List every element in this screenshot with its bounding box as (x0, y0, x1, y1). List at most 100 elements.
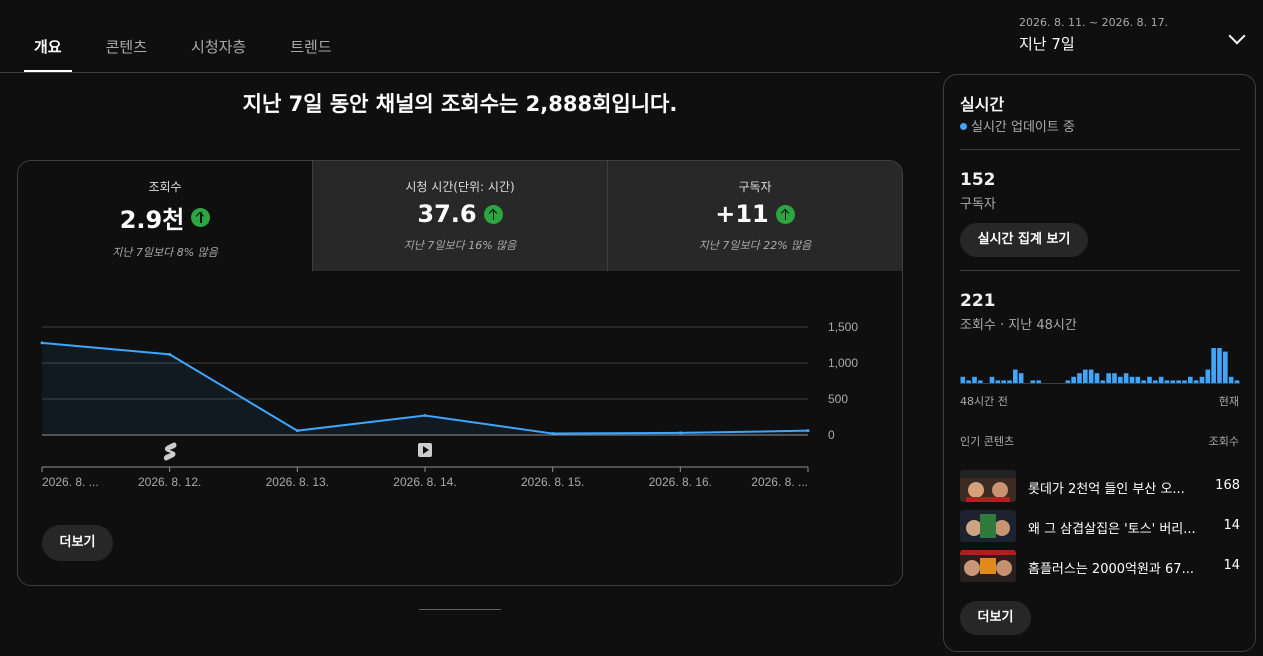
arrow-up-icon (483, 204, 503, 224)
series-area (42, 342, 808, 435)
hourly-bar (1106, 373, 1111, 384)
realtime-more-button[interactable]: 더보기 (960, 601, 1031, 635)
metric-value: 2.9천 (119, 206, 185, 234)
hourly-bar (1077, 373, 1082, 384)
y-tick-label: 500 (828, 392, 848, 406)
tab-divider (0, 72, 940, 73)
metric-subscribers[interactable]: 구독자 +11 지난 7일보다 22% 많음 (607, 161, 902, 271)
metric-comparison: 지난 7일보다 22% 많음 (698, 239, 812, 252)
arrow-up-icon (191, 208, 211, 227)
hourly-bar (1094, 373, 1100, 384)
video-title: 롯데가 2천억 들인 부산 오... (1028, 482, 1185, 497)
hourly-bar (1223, 351, 1228, 384)
metric-comparison: 지난 7일보다 16% 많음 (403, 239, 517, 252)
hourly-bar (1217, 348, 1222, 384)
view-count-label: 조회수 · 지난 48시간 (960, 318, 1077, 333)
y-tick-label: 1,500 (828, 320, 858, 334)
date-range-text: 2026. 8. 11. ~ 2026. 8. 17. (1019, 16, 1169, 29)
hourly-bar (1018, 373, 1024, 384)
x-tick-label: 2026. 8. 15. (521, 475, 584, 489)
hourly-bar (1199, 376, 1205, 384)
divider (960, 270, 1240, 271)
data-point (295, 429, 299, 433)
data-point (40, 341, 44, 345)
y-tick-label: 1,000 (828, 356, 858, 370)
tab-content[interactable]: 콘텐츠 (96, 0, 157, 72)
shorts-icon (163, 442, 177, 461)
bars-start-label: 48시간 전 (960, 395, 1008, 408)
data-point (168, 352, 172, 356)
video-thumbnail (960, 510, 1016, 542)
video-thumbnail (960, 550, 1016, 582)
hourly-bar (972, 376, 977, 384)
data-point (551, 432, 555, 436)
more-button[interactable]: 더보기 (42, 525, 113, 561)
divider (960, 149, 1240, 150)
view-count: 221 (960, 291, 996, 311)
page-headline: 지난 7일 동안 채널의 조회수는 2,888회입니다. (242, 92, 678, 116)
date-range-label: 지난 7일 (1019, 35, 1075, 53)
hourly-bar (1112, 373, 1117, 384)
x-tick-label: 2026. 8. 13. (266, 475, 329, 489)
y-tick-label: 0 (828, 428, 835, 442)
metric-value: +11 (715, 200, 769, 228)
subscriber-label: 구독자 (960, 197, 996, 212)
metric-title: 구독자 (738, 180, 772, 194)
hourly-bar (1123, 373, 1129, 384)
metric-title: 시청 시간(단위: 시간) (405, 180, 515, 194)
hourly-bar (1135, 376, 1141, 384)
top-content-item[interactable]: 왜 그 삼겹살집은 '토스' 버리... 14 (960, 510, 1240, 542)
video-views: 14 (1223, 518, 1240, 533)
hourly-bar (1129, 376, 1135, 384)
x-tick-label: 2026. 8. 16. (649, 475, 712, 489)
metric-title: 조회수 (148, 180, 182, 194)
views-chart: 0 500 1,000 1,500 2026. 8. ... 2026. 8. 12. 20… (40, 320, 858, 489)
realtime-panel: 실시간 실시간 업데이트 중 152 구독자 실시간 집계 보기 221 조회수… (943, 74, 1256, 652)
data-point (678, 431, 682, 435)
realtime-status: 실시간 업데이트 중 (960, 116, 1075, 135)
metric-watch-time[interactable]: 시청 시간(단위: 시간) 37.6 지난 7일보다 16% 많음 (312, 161, 607, 271)
data-point (423, 414, 427, 418)
realtime-title: 실시간 (960, 95, 1005, 114)
tab-overview[interactable]: 개요 (24, 0, 72, 72)
metric-comparison: 지난 7일보다 8% 많음 (112, 246, 218, 259)
tab-bar: 개요 콘텐츠 시청자층 트렌드 (24, 0, 366, 72)
hourly-bar (1147, 376, 1152, 384)
subscriber-count: 152 (960, 170, 996, 190)
bars-end-label: 현재 (1218, 395, 1239, 408)
realtime-status-text: 실시간 업데이트 중 (971, 120, 1075, 135)
metric-tabs: 조회수 2.9천 지난 7일보다 8% 많음 시청 시간(단위: 시간) 37.… (18, 161, 902, 271)
data-point (806, 429, 810, 433)
hourly-bar (1088, 369, 1094, 384)
metric-value: 37.6 (417, 200, 477, 228)
top-content-item[interactable]: 롯데가 2천억 들인 부산 오... 168 (960, 470, 1240, 502)
hourly-bar (1188, 376, 1193, 384)
tab-trends[interactable]: 트렌드 (280, 0, 341, 72)
realtime-report-button[interactable]: 실시간 집계 보기 (960, 223, 1088, 257)
video-title: 홈플러스는 2000억원과 67... (1028, 562, 1194, 577)
hourly-bar (1083, 369, 1088, 384)
hourly-bar (1211, 348, 1216, 384)
top-content-item[interactable]: 홈플러스는 2000억원과 67... 14 (960, 550, 1240, 582)
hourly-bar (1158, 376, 1164, 384)
video-play-icon (418, 443, 432, 457)
x-tick-label: 2026. 8. ... (751, 475, 808, 489)
x-tick-label: 2026. 8. 14. (393, 475, 456, 489)
hourly-bar (1118, 376, 1123, 384)
hourly-bar (1228, 376, 1234, 384)
hourly-views-chart (960, 348, 1240, 384)
hourly-bar (1071, 376, 1076, 384)
date-range-selector[interactable]: 2026. 8. 11. ~ 2026. 8. 17. 지난 7일 (1019, 16, 1249, 58)
metric-views[interactable]: 조회수 2.9천 지난 7일보다 8% 많음 (18, 161, 312, 271)
tab-audience[interactable]: 시청자층 (181, 0, 256, 72)
x-tick-label: 2026. 8. 12. (138, 475, 201, 489)
overview-card: 조회수 2.9천 지난 7일보다 8% 많음 시청 시간(단위: 시간) 37.… (17, 160, 903, 586)
x-tick-label: 2026. 8. ... (42, 475, 99, 489)
video-views: 168 (1215, 478, 1240, 493)
top-content-label: 인기 콘텐츠 (960, 435, 1015, 448)
video-title: 왜 그 삼겹살집은 '토스' 버리... (1028, 522, 1196, 537)
live-dot-icon (960, 123, 967, 130)
hourly-bar (989, 376, 995, 384)
top-content-metric: 조회수 (1208, 435, 1239, 448)
hourly-bar (960, 376, 966, 384)
